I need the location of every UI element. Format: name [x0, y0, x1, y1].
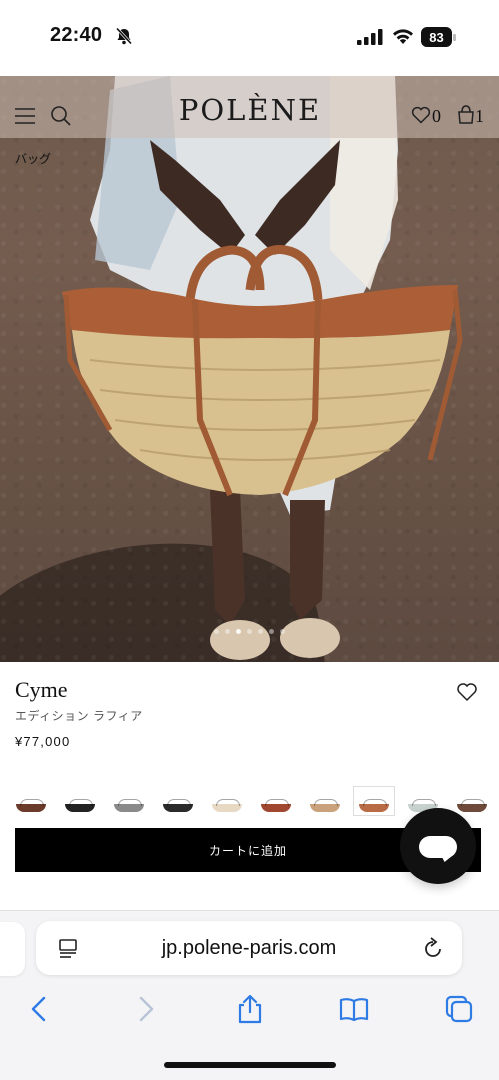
- swatch-bag-icon: [16, 799, 46, 812]
- bookmarks-icon[interactable]: [339, 994, 369, 1024]
- chat-button[interactable]: [400, 808, 476, 884]
- battery-indicator: 83: [421, 27, 457, 47]
- cart-count[interactable]: 1: [475, 106, 484, 127]
- reload-icon[interactable]: [422, 936, 444, 960]
- color-swatch[interactable]: [206, 786, 248, 816]
- product-edition: エディション ラフィア: [15, 709, 143, 723]
- carousel-dot[interactable]: [269, 629, 274, 634]
- battery-level: 83: [421, 27, 452, 47]
- swatch-bag-icon: [163, 799, 193, 812]
- swatch-bag-icon: [212, 799, 242, 812]
- favorite-heart-icon[interactable]: [456, 682, 478, 702]
- address-url[interactable]: jp.polene-paris.com: [96, 937, 402, 960]
- breadcrumb[interactable]: バッグ: [15, 150, 51, 167]
- color-swatch[interactable]: [157, 786, 199, 816]
- color-swatch[interactable]: [353, 786, 395, 816]
- tabs-icon[interactable]: [444, 994, 474, 1024]
- carousel-dot[interactable]: [214, 629, 219, 634]
- shopping-bag-icon[interactable]: [457, 104, 475, 124]
- color-swatch[interactable]: [255, 786, 297, 816]
- carousel-dot[interactable]: [258, 629, 263, 634]
- status-time: 22:40: [50, 24, 103, 46]
- color-swatch[interactable]: [304, 786, 346, 816]
- carousel-dot[interactable]: [225, 629, 230, 634]
- swatch-bag-icon: [310, 799, 340, 812]
- hamburger-menu-icon[interactable]: [14, 107, 36, 125]
- battery-tip: [453, 34, 456, 41]
- home-indicator: [164, 1062, 336, 1068]
- status-bar: 22:40 83: [0, 0, 499, 76]
- carousel-dot[interactable]: [280, 629, 285, 634]
- color-swatch[interactable]: [10, 786, 52, 816]
- swatch-bag-icon: [359, 799, 389, 812]
- carousel-dot[interactable]: [236, 629, 241, 634]
- product-name: Cyme: [15, 677, 68, 702]
- swatch-bag-icon: [261, 799, 291, 812]
- color-swatch[interactable]: [59, 786, 101, 816]
- product-hero-image[interactable]: [0, 76, 499, 662]
- share-icon[interactable]: [235, 994, 265, 1024]
- swatch-bag-icon: [457, 799, 487, 812]
- back-icon[interactable]: [25, 994, 55, 1024]
- brand-logo[interactable]: POLÈNE: [172, 93, 328, 127]
- image-carousel-dots[interactable]: [214, 629, 285, 634]
- bell-slash-icon: [115, 27, 133, 45]
- product-price: ¥77,000: [15, 734, 71, 749]
- search-icon[interactable]: [50, 105, 72, 127]
- chat-bubble-icon: [419, 836, 457, 858]
- swatch-bag-icon: [114, 799, 144, 812]
- previous-tab-preview[interactable]: [0, 922, 25, 976]
- page-menu-icon[interactable]: [57, 937, 79, 959]
- forward-icon[interactable]: [130, 994, 160, 1024]
- bag-illustration: [62, 76, 463, 660]
- color-swatch[interactable]: [451, 786, 493, 816]
- wishlist-heart-icon[interactable]: [411, 106, 431, 124]
- wifi-icon: [393, 29, 413, 44]
- color-swatch[interactable]: [108, 786, 150, 816]
- carousel-dot[interactable]: [247, 629, 252, 634]
- wishlist-count[interactable]: 0: [432, 106, 441, 127]
- swatch-bag-icon: [65, 799, 95, 812]
- cellular-signal-icon: [357, 29, 383, 45]
